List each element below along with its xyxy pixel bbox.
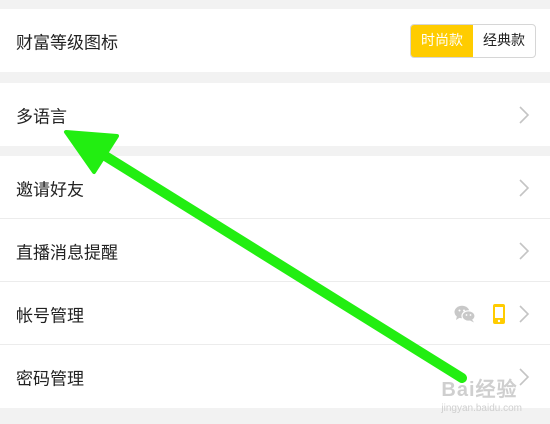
account-management-row[interactable]: 帐号管理 — [0, 282, 550, 345]
settings-group-language: 多语言 — [0, 83, 550, 146]
language-label: 多语言 — [16, 107, 67, 127]
wealth-level-style-toggle[interactable]: 时尚款 经典款 — [410, 23, 536, 58]
language-row[interactable]: 多语言 — [0, 83, 550, 146]
wealth-level-icon-label: 财富等级图标 — [16, 33, 118, 53]
style-option-fashion[interactable]: 时尚款 — [411, 24, 473, 57]
live-reminder-label: 直播消息提醒 — [16, 243, 118, 263]
password-management-row[interactable]: 密码管理 — [0, 345, 550, 408]
chevron-right-icon — [518, 105, 530, 125]
account-management-label: 帐号管理 — [16, 306, 84, 326]
phone-icon — [492, 303, 506, 325]
chevron-right-icon — [518, 178, 530, 198]
invite-friends-row[interactable]: 邀请好友 — [0, 156, 550, 219]
style-option-classic[interactable]: 经典款 — [473, 25, 535, 57]
chevron-right-icon — [518, 304, 530, 324]
bound-accounts — [454, 303, 506, 325]
password-management-label: 密码管理 — [16, 369, 84, 389]
live-reminder-row[interactable]: 直播消息提醒 — [0, 219, 550, 282]
settings-page: 财富等级图标 时尚款 经典款 多语言 邀请好友 直播消息提醒 帐号管理 密码管理… — [0, 0, 550, 424]
wechat-icon — [454, 305, 476, 323]
invite-friends-label: 邀请好友 — [16, 180, 84, 200]
chevron-right-icon — [518, 367, 530, 387]
settings-group-general: 邀请好友 直播消息提醒 帐号管理 密码管理 — [0, 156, 550, 408]
settings-group-wealth: 财富等级图标 时尚款 经典款 — [0, 9, 550, 72]
chevron-right-icon — [518, 241, 530, 261]
wealth-level-icon-row: 财富等级图标 时尚款 经典款 — [0, 9, 550, 72]
